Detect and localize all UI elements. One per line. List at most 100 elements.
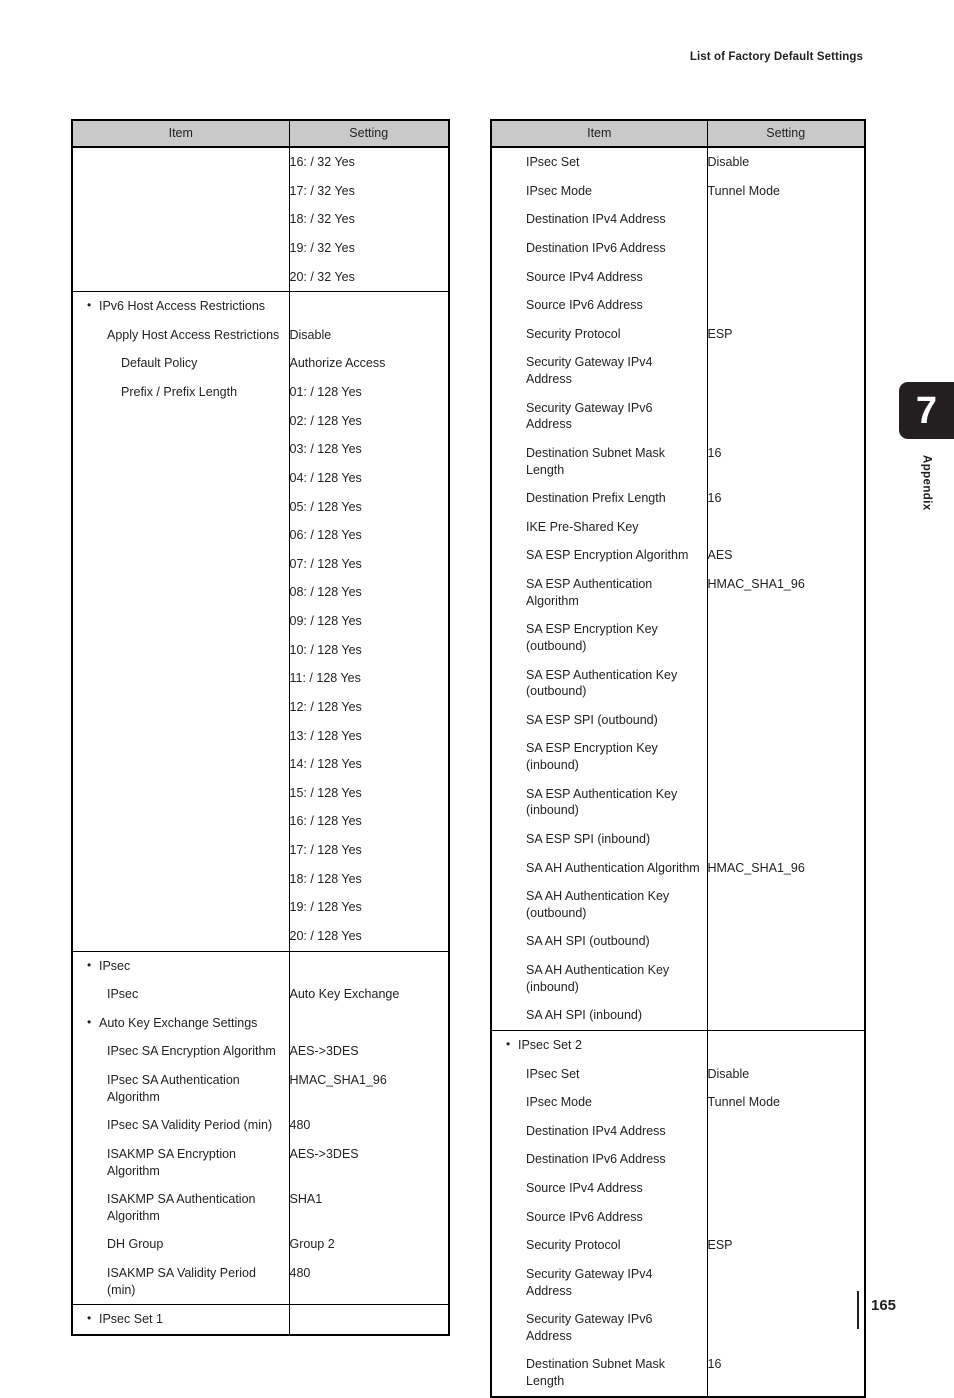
row-setting-value: 19: / 128 Yes: [289, 900, 362, 915]
row-item-label: Security Gateway IPv6 Address: [491, 1305, 708, 1351]
row-setting-value: [707, 882, 865, 927]
row-item-label: [72, 635, 290, 665]
chapter-number: 7: [915, 389, 938, 432]
row-setting-value: [707, 1260, 865, 1305]
row-setting-value: [707, 1029, 865, 1060]
table-row: Destination Prefix Length 16: [491, 484, 865, 513]
right-table-wrap: Item Setting IPsec Set Disable IPsec Mode T…: [490, 119, 866, 1398]
row-setting-value: [707, 1145, 865, 1174]
row-setting-value: 480: [289, 1266, 311, 1280]
row-setting-value: 20: / 128 Yes: [289, 928, 362, 943]
table-row: 03: / 128 Yes: [72, 435, 449, 464]
table-row: 17: / 32 Yes: [72, 176, 449, 206]
row-setting-value: [289, 950, 449, 981]
table-row: SA AH SPI (outbound): [491, 927, 865, 956]
row-setting-value: AES: [707, 548, 733, 563]
table-row: 20: / 32 Yes: [72, 262, 449, 292]
row-item-label: [72, 750, 290, 779]
row-item-label: SA ESP Authentication Key (inbound): [491, 779, 708, 825]
row-item-label: Source IPv4 Address: [491, 262, 708, 292]
row-item-label: Security Protocol: [491, 1231, 708, 1260]
table-row: Source IPv4 Address: [491, 262, 865, 292]
row-setting-value: [289, 1009, 449, 1038]
table-row: SA ESP SPI (inbound): [491, 824, 865, 854]
table-row: 20: / 128 Yes: [72, 921, 449, 951]
table-row: Destination IPv6 Address: [491, 1145, 865, 1174]
row-setting-value: [707, 706, 865, 735]
table-row: 13: / 128 Yes: [72, 721, 449, 751]
table-row: 19: / 32 Yes: [72, 233, 449, 263]
row-setting-value: [707, 263, 865, 292]
right-settings-table: Item Setting IPsec Set Disable IPsec Mode T…: [490, 119, 866, 1398]
chapter-label: Appendix: [920, 455, 933, 511]
table-row: IPsec Mode Tunnel Mode: [491, 1088, 865, 1117]
row-setting-value: HMAC_SHA1_96: [707, 860, 805, 875]
row-item-label: [72, 147, 290, 177]
row-setting-value: 13: / 128 Yes: [289, 728, 362, 743]
table-row: DH Group Group 2: [72, 1230, 449, 1259]
row-item-label: [72, 607, 290, 636]
row-setting-value: 11: / 128 Yes: [289, 671, 361, 686]
row-setting-value: [707, 394, 865, 439]
column-header-item: Item: [491, 120, 708, 148]
row-item-label: IPsec: [72, 950, 290, 981]
table-row: Source IPv6 Address: [491, 291, 865, 320]
row-setting-value: [707, 615, 865, 660]
row-item-label: ISAKMP SA Authentication Algorithm: [72, 1185, 290, 1231]
row-item-label: SA AH Authentication Key (inbound): [491, 956, 708, 1002]
row-item-label: [72, 262, 290, 292]
row-item-label: [72, 921, 290, 951]
table-row: 04: / 128 Yes: [72, 463, 449, 493]
row-setting-value: 02: / 128 Yes: [289, 413, 362, 428]
row-setting-value: [707, 825, 865, 854]
table-row: 05: / 128 Yes: [72, 492, 449, 522]
row-setting-value: SHA1: [289, 1192, 323, 1207]
row-setting-value: 20: / 32 Yes: [289, 269, 355, 284]
row-setting-value: [289, 1304, 449, 1335]
table-row: Security Gateway IPv6 Address: [491, 393, 865, 439]
row-item-label: [72, 549, 290, 579]
row-setting-value: [707, 780, 865, 825]
row-item-label: [72, 521, 290, 550]
footer-rule: [857, 1291, 859, 1329]
row-item-label: [72, 864, 290, 894]
row-setting-value: Disable: [707, 155, 750, 169]
row-item-label: ISAKMP SA Encryption Algorithm: [72, 1139, 290, 1186]
row-setting-value: HMAC_SHA1_96: [289, 1073, 387, 1087]
table-row: 12: / 128 Yes: [72, 692, 449, 722]
row-item-label: Security Protocol: [491, 319, 708, 349]
left-table-body: 16: / 32 Yes 17: / 32 Yes 18: / 32 Yes 19: …: [72, 147, 449, 1335]
row-item-label: Destination Subnet Mask Length: [491, 1350, 708, 1397]
table-row: SA ESP Authentication Key (inbound): [491, 779, 865, 825]
row-item-label: IPsec Set: [491, 1059, 708, 1089]
table-row: Security Gateway IPv4 Address: [491, 1259, 865, 1306]
table-row: 06: / 128 Yes: [72, 521, 449, 550]
table-row: SA ESP Encryption Algorithm AES: [491, 541, 865, 570]
row-item-label: SA ESP Encryption Key (inbound): [491, 734, 708, 780]
table-row: IPsec Set 2: [491, 1029, 865, 1060]
row-item-label: Default Policy: [72, 349, 290, 378]
row-item-label: Prefix / Prefix Length: [72, 378, 290, 407]
table-row: Apply Host Access Restrictions Disable: [72, 320, 449, 350]
table-row: Destination IPv6 Address: [491, 233, 865, 263]
table-row: 17: / 128 Yes: [72, 836, 449, 865]
row-item-label: [72, 492, 290, 522]
table-row: Source IPv6 Address: [491, 1202, 865, 1232]
row-item-label: [72, 893, 290, 922]
row-setting-value: 480: [289, 1118, 311, 1133]
row-setting-value: [707, 1305, 865, 1350]
table-row: IPsec: [72, 950, 449, 981]
row-setting-value: 16: [707, 1357, 722, 1372]
table-row: 11: / 128 Yes: [72, 664, 449, 693]
column-header-setting: Setting: [707, 120, 865, 148]
table-row: Security Gateway IPv6 Address: [491, 1305, 865, 1351]
row-setting-value: 19: / 32 Yes: [289, 240, 355, 255]
row-item-label: IKE Pre-Shared Key: [491, 512, 708, 542]
row-setting-value: [707, 1117, 865, 1146]
table-row: Destination Subnet Mask Length 16: [491, 1350, 865, 1397]
row-setting-value: 18: / 128 Yes: [289, 871, 362, 886]
row-item-label: Auto Key Exchange Settings: [72, 1008, 290, 1038]
row-item-label: SA ESP Encryption Key (outbound): [491, 615, 708, 661]
row-item-label: [72, 721, 290, 751]
table-row: Auto Key Exchange Settings: [72, 1008, 449, 1038]
